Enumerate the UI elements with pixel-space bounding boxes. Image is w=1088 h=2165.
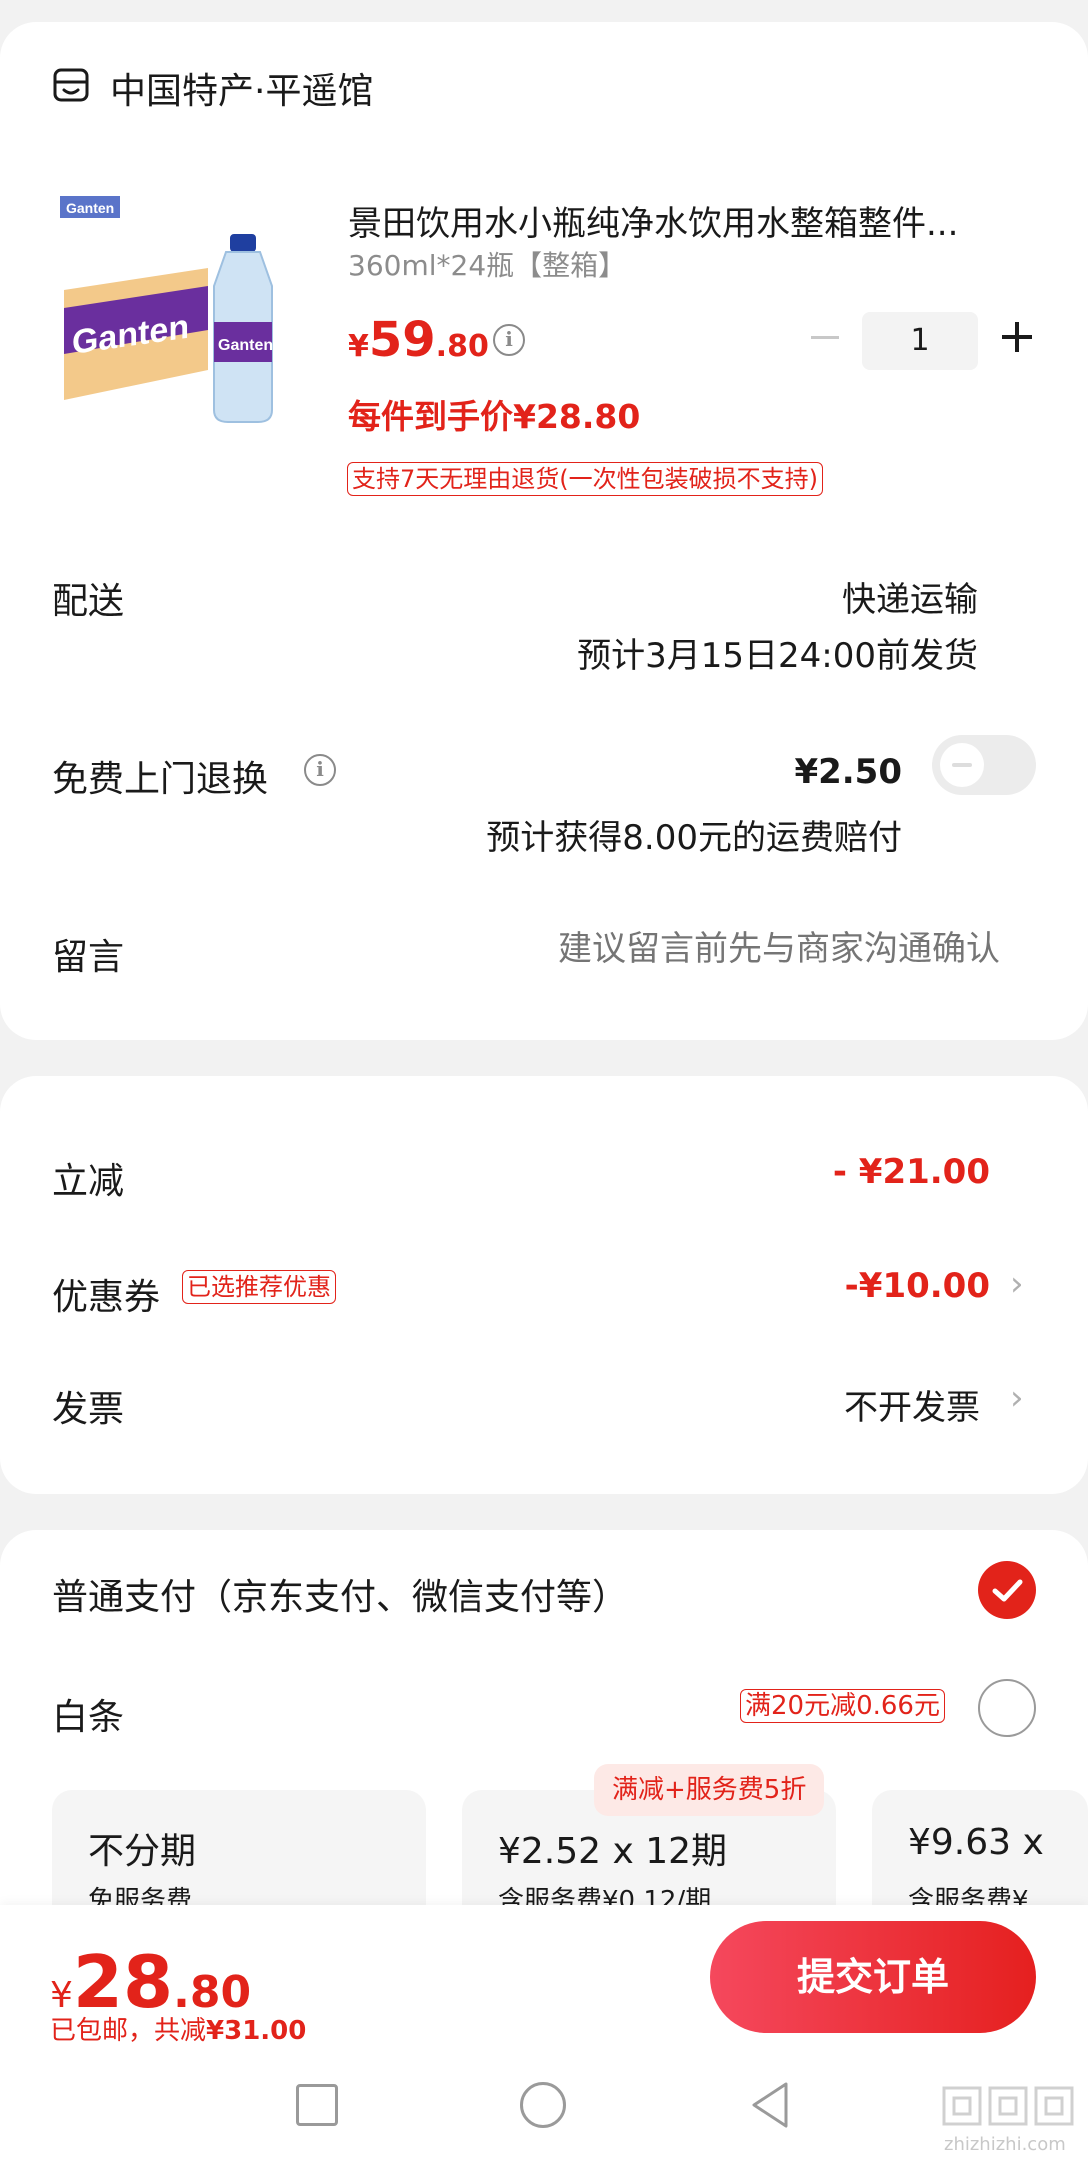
instant-discount-value: - ¥21.00 bbox=[832, 1152, 990, 1192]
delivery-eta: 预计3月15日24:00前发货 bbox=[577, 636, 978, 676]
return-policy-tag: 支持7天无理由退货(一次性包装破损不支持) bbox=[347, 462, 823, 496]
baitiao-radio[interactable] bbox=[978, 1679, 1036, 1737]
quantity-input[interactable]: 1 bbox=[862, 312, 978, 370]
free-return-note: 预计获得8.00元的运费赔付 bbox=[486, 818, 902, 858]
price-info-icon[interactable]: i bbox=[493, 324, 525, 356]
invoice-label: 发票 bbox=[52, 1389, 125, 1430]
quantity-increase-button[interactable] bbox=[997, 318, 1037, 358]
store-icon bbox=[52, 66, 90, 104]
message-label: 留言 bbox=[52, 937, 125, 978]
baitiao-promo-tag: 满20元减0.66元 bbox=[740, 1689, 945, 1723]
free-return-toggle[interactable] bbox=[932, 735, 1036, 795]
product-title[interactable]: 景田饮用水小瓶纯净水饮用水整箱整件... bbox=[348, 196, 1038, 245]
plan-title: ¥2.52 x 12期 bbox=[498, 1831, 728, 1872]
delivery-label: 配送 bbox=[52, 581, 125, 622]
toggle-knob bbox=[940, 743, 984, 787]
saved-value: ¥31.00 bbox=[206, 2016, 307, 2046]
shipping-note: 已包邮， bbox=[50, 2016, 155, 2046]
price-symbol: ¥ bbox=[348, 329, 369, 364]
instant-discount-label: 立减 bbox=[52, 1161, 125, 1202]
normal-pay-label[interactable]: 普通支付（京东支付、微信支付等） bbox=[52, 1568, 628, 1620]
plan-title: ¥9.63 x bbox=[908, 1822, 1044, 1863]
price-decimal: .80 bbox=[435, 329, 489, 364]
product-image[interactable]: Ganten Ganten Ganten bbox=[58, 190, 310, 430]
invoice-value[interactable]: 不开发票 bbox=[844, 1380, 980, 1429]
watermark-logo bbox=[940, 2082, 1080, 2130]
order-item-card bbox=[0, 22, 1088, 1040]
installment-promo-badge: 满减+服务费5折 bbox=[594, 1764, 825, 1816]
back-icon[interactable] bbox=[748, 2080, 790, 2130]
saved-label: 共减 bbox=[154, 2016, 207, 2046]
coupon-chevron-icon[interactable]: › bbox=[1010, 1264, 1024, 1304]
invoice-chevron-icon[interactable]: › bbox=[1010, 1378, 1024, 1418]
free-return-price: ¥2.50 bbox=[794, 752, 902, 792]
coupon-value[interactable]: -¥10.00 bbox=[845, 1266, 990, 1306]
product-spec[interactable]: 360ml*24瓶【整箱】 bbox=[348, 244, 626, 284]
svg-text:Ganten: Ganten bbox=[66, 200, 114, 216]
watermark-text: zhizhizhi.com bbox=[944, 2134, 1066, 2155]
recent-apps-icon[interactable] bbox=[296, 2084, 338, 2126]
delivery-method[interactable]: 快递运输 bbox=[842, 572, 978, 621]
savings-summary: 已包邮，共减¥31.00 bbox=[50, 2010, 306, 2047]
product-price: ¥59.80 bbox=[348, 312, 489, 368]
home-icon[interactable] bbox=[520, 2082, 566, 2128]
store-name[interactable]: 中国特产·平遥馆 bbox=[110, 62, 373, 114]
unit-price: 每件到手价¥28.80 bbox=[348, 397, 641, 436]
quantity-decrease-button[interactable] bbox=[805, 318, 845, 358]
price-integer: 59 bbox=[368, 312, 436, 368]
submit-order-button[interactable]: 提交订单 bbox=[710, 1921, 1036, 2033]
free-return-label: 免费上门退换 bbox=[52, 759, 269, 800]
svg-text:Ganten: Ganten bbox=[218, 337, 273, 354]
normal-pay-check-icon[interactable] bbox=[978, 1561, 1036, 1619]
baitiao-label[interactable]: 白条 bbox=[52, 1688, 124, 1740]
message-input[interactable] bbox=[480, 920, 1000, 978]
plan-title: 不分期 bbox=[88, 1831, 197, 1872]
coupon-label: 优惠券 bbox=[52, 1277, 161, 1318]
free-return-info-icon[interactable]: i bbox=[304, 754, 336, 786]
coupon-recommended-tag: 已选推荐优惠 bbox=[182, 1270, 336, 1304]
